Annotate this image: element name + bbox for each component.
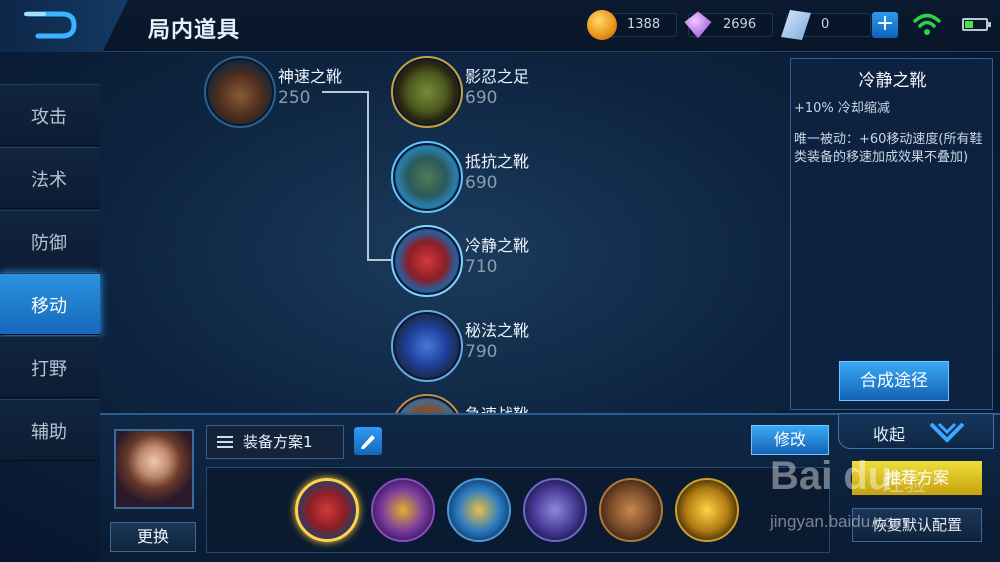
item-detail-panel: 冷静之靴 +10% 冷却缩减 唯一被动：+60移动速度(所有鞋类装备的移速加成效… xyxy=(790,58,993,410)
green-gold-boots-icon xyxy=(391,56,463,128)
top-bar: 局内道具 1388 2696 0 + xyxy=(0,0,1000,52)
change-hero-button[interactable]: 更换 xyxy=(110,522,196,552)
tab-jungle[interactable]: 打野 xyxy=(0,336,100,398)
build-slot-1[interactable] xyxy=(295,478,359,542)
diamond-amount: 2696 xyxy=(723,17,757,32)
detail-stat: +10% 冷却缩减 xyxy=(794,101,890,116)
coupon-amount: 0 xyxy=(821,17,830,32)
item-upgrade-1[interactable]: 影忍之足 690 xyxy=(391,56,541,128)
item-name: 秘法之靴 xyxy=(465,321,530,340)
chevron-down-icon xyxy=(929,422,965,443)
red-boots-icon xyxy=(391,225,463,297)
tab-support[interactable]: 辅助 xyxy=(0,399,100,461)
item-base-boots[interactable]: 神速之靴 250 xyxy=(204,56,354,128)
page-title: 局内道具 xyxy=(148,18,241,43)
tab-label: 移动 xyxy=(31,296,67,317)
item-name: 急速战靴 xyxy=(465,401,529,413)
detail-title: 冷静之靴 xyxy=(858,71,927,91)
build-slot-6[interactable] xyxy=(675,478,739,542)
item-price: 690 xyxy=(465,88,498,108)
tab-label: 攻击 xyxy=(31,107,67,128)
tab-magic[interactable]: 法术 xyxy=(0,147,100,209)
diamond-icon xyxy=(684,11,712,39)
back-arrow-icon xyxy=(24,11,77,39)
tab-movement[interactable]: 移动 xyxy=(0,273,100,335)
tab-label: 法术 xyxy=(31,170,67,191)
build-slot-4[interactable] xyxy=(523,478,587,542)
item-upgrade-5[interactable]: 急速战靴 xyxy=(391,394,541,413)
build-slot-3[interactable] xyxy=(447,478,511,542)
synthesis-path-button[interactable]: 合成途径 xyxy=(839,361,949,401)
green-teal-boots-icon xyxy=(391,141,463,213)
battery-icon xyxy=(962,18,991,31)
item-name: 神速之靴 xyxy=(278,67,343,86)
brown-boots-icon xyxy=(204,56,276,128)
item-price: 710 xyxy=(465,257,498,277)
tree-connector xyxy=(367,259,393,261)
tree-connector xyxy=(367,91,369,260)
diamond-counter: 2696 xyxy=(684,11,773,39)
list-icon xyxy=(217,436,233,448)
collapse-label: 收起 xyxy=(873,425,906,444)
detail-passive: 唯一被动：+60移动速度(所有鞋类装备的移速加成效果不叠加) xyxy=(794,132,983,165)
orange-boots-icon xyxy=(391,394,463,413)
collapse-button[interactable]: 收起 xyxy=(838,413,994,449)
item-upgrade-2[interactable]: 抵抗之靴 690 xyxy=(391,141,541,213)
blue-boots-icon xyxy=(391,310,463,382)
build-slot-5[interactable] xyxy=(599,478,663,542)
item-price: 690 xyxy=(465,173,498,193)
back-button[interactable] xyxy=(0,0,128,52)
hero-portrait-avatar[interactable] xyxy=(114,429,194,509)
item-upgrade-4[interactable]: 秘法之靴 790 xyxy=(391,310,541,382)
tab-attack[interactable]: 攻击 xyxy=(0,84,100,146)
gold-coin-icon xyxy=(587,10,617,40)
coupon-counter: 0 xyxy=(781,10,871,40)
recommended-build-button[interactable]: 推荐方案 xyxy=(852,461,982,495)
gold-counter: 1388 xyxy=(587,10,677,40)
build-plan-label: 装备方案1 xyxy=(243,433,313,451)
item-name: 影忍之足 xyxy=(465,67,530,86)
category-sidebar: 攻击 法术 防御 移动 打野 辅助 xyxy=(0,84,100,562)
item-price: 250 xyxy=(278,88,311,108)
item-price: 790 xyxy=(465,342,498,362)
item-name: 抵抗之靴 xyxy=(465,152,530,171)
tab-label: 辅助 xyxy=(31,422,67,443)
coupon-icon xyxy=(781,10,811,40)
modify-button[interactable]: 修改 xyxy=(751,425,829,455)
build-slot-2[interactable] xyxy=(371,478,435,542)
tab-label: 打野 xyxy=(31,359,67,380)
item-name: 冷静之靴 xyxy=(465,236,530,255)
tab-defense[interactable]: 防御 xyxy=(0,210,100,272)
reset-default-button[interactable]: 恢复默认配置 xyxy=(852,508,982,542)
wifi-icon xyxy=(913,13,941,35)
item-upgrade-3-selected[interactable]: 冷静之靴 710 xyxy=(391,225,541,297)
tab-label: 防御 xyxy=(31,233,67,254)
recharge-button[interactable]: + xyxy=(872,12,898,38)
edit-pencil-icon[interactable] xyxy=(354,427,382,455)
build-plan-selector[interactable]: 装备方案1 xyxy=(206,425,344,459)
item-shop-screen: 局内道具 1388 2696 0 + 攻击 法术 防御 移动 打野 辅助 神速之… xyxy=(0,0,1000,562)
build-slots xyxy=(206,467,830,553)
gold-amount: 1388 xyxy=(627,17,661,32)
